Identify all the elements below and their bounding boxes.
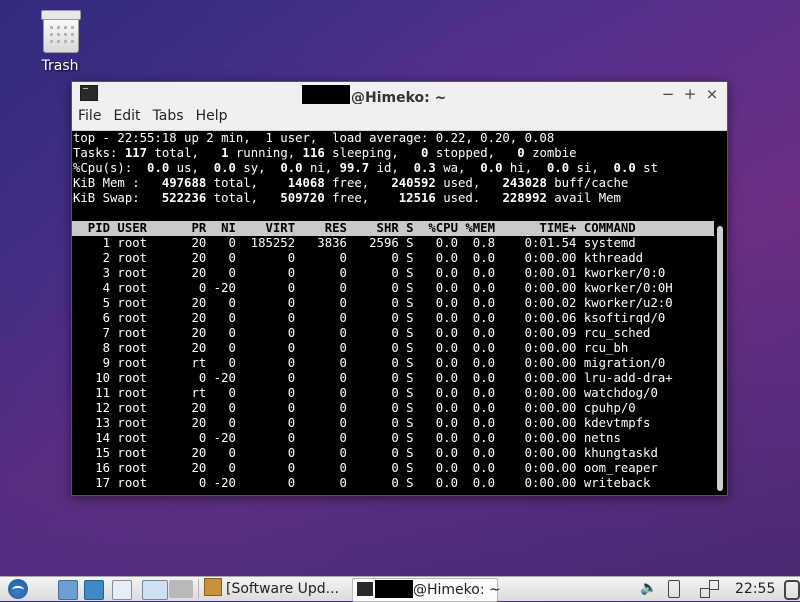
show-desktop-icon[interactable] — [142, 580, 168, 600]
desktop-trash[interactable]: Trash — [30, 10, 90, 74]
file-manager-icon[interactable] — [58, 580, 78, 600]
trash-icon — [41, 10, 81, 53]
task-label: [Software Upd... — [226, 581, 339, 597]
process-row[interactable]: 16 root 20 0 0 0 0 S 0.0 0.0 0:00.00 oom… — [72, 461, 714, 476]
process-row[interactable]: 2 root 20 0 0 0 0 S 0.0 0.0 0:00.00 kthr… — [72, 251, 714, 266]
browser-icon[interactable] — [84, 580, 104, 600]
terminal-icon — [80, 85, 98, 101]
stat-value: 116 — [302, 146, 325, 160]
stat-value: 0.0 — [546, 161, 570, 175]
summary-mem: KiB Mem : 497688 total, 14068 free, 2405… — [73, 176, 629, 190]
task-software-updater[interactable]: [Software Upd... — [204, 578, 339, 600]
stat-value: 1 — [221, 146, 229, 160]
process-row[interactable]: 12 root 20 0 0 0 0 S 0.0 0.0 0:00.00 cpu… — [72, 401, 714, 416]
menu-bar: File Edit Tabs Help — [72, 104, 727, 131]
summary-tasks: Tasks: 117 total, 1 running, 116 sleepin… — [73, 146, 577, 160]
stat-value: 0 — [421, 146, 429, 160]
maximize-button[interactable]: + — [679, 85, 701, 103]
stat-value: 509720 — [280, 191, 325, 205]
process-row[interactable]: 3 root 20 0 0 0 0 S 0.0 0.0 0:00.01 kwor… — [72, 266, 714, 281]
terminal-icon — [357, 582, 373, 596]
volume-icon[interactable]: 🔈 — [640, 580, 657, 598]
process-row[interactable]: 4 root 0 -20 0 0 0 S 0.0 0.0 0:00.00 kwo… — [72, 281, 714, 296]
separator — [198, 579, 199, 599]
package-icon — [204, 578, 222, 596]
window-title: @Himeko: ~ — [302, 85, 446, 107]
terminal-output[interactable]: top - 22:55:18 up 2 min, 1 user, load av… — [72, 131, 714, 495]
stat-value: 240592 — [391, 176, 436, 190]
menu-edit[interactable]: Edit — [107, 104, 146, 124]
stat-value: 228992 — [502, 191, 547, 205]
summary-swap: KiB Swap: 522236 total, 509720 free, 125… — [73, 191, 621, 205]
close-button[interactable]: × — [701, 85, 723, 103]
stat-value: 99.7 — [339, 161, 370, 175]
summary-cpu: %Cpu(s): 0.0 us, 0.0 sy, 0.0 ni, 99.7 id… — [73, 161, 658, 175]
menu-file[interactable]: File — [72, 104, 107, 124]
terminal-window: @Himeko: ~ − + × File Edit Tabs Help top - 22… — [71, 81, 728, 496]
process-row[interactable]: 17 root 0 -20 0 0 0 S 0.0 0.0 0:00.00 wr… — [72, 476, 714, 491]
stat-value: 0.3 — [413, 161, 436, 175]
task-label: @Himeko: ~ — [413, 582, 501, 598]
process-row[interactable]: 6 root 20 0 0 0 0 S 0.0 0.0 0:00.06 ksof… — [72, 311, 714, 326]
power-icon[interactable] — [784, 580, 800, 600]
window-titlebar[interactable]: @Himeko: ~ − + × — [72, 82, 727, 107]
stat-value: 0.0 — [280, 161, 303, 175]
menu-help[interactable]: Help — [190, 104, 234, 124]
battery-icon[interactable] — [668, 580, 680, 598]
process-row[interactable]: 5 root 20 0 0 0 0 S 0.0 0.0 0:00.02 kwor… — [72, 296, 714, 311]
stat-value: 497688 — [161, 176, 207, 190]
menu-tabs[interactable]: Tabs — [147, 104, 190, 124]
task-terminal[interactable]: @Himeko: ~ — [352, 578, 501, 602]
scrollbar-thumb[interactable] — [717, 226, 723, 491]
stat-value: 0.0 — [480, 161, 503, 175]
process-row[interactable]: 10 root 0 -20 0 0 0 S 0.0 0.0 0:00.00 lr… — [72, 371, 714, 386]
process-row[interactable]: 9 root rt 0 0 0 0 S 0.0 0.0 0:00.00 migr… — [72, 356, 714, 371]
stat-value: 243028 — [502, 176, 547, 190]
stat-value: 522236 — [161, 191, 207, 205]
network-icon[interactable] — [700, 580, 720, 598]
uptime-text: top - 22:55:18 up 2 min, 1 user, load av… — [73, 131, 555, 145]
minimize-button[interactable]: − — [657, 85, 679, 103]
workspace-icon[interactable] — [169, 580, 193, 598]
process-row[interactable]: 13 root 20 0 0 0 0 S 0.0 0.0 0:00.00 kde… — [72, 416, 714, 431]
stat-value: 0.0 — [613, 161, 636, 175]
stat-value: 14068 — [287, 176, 325, 190]
process-row[interactable]: 1 root 20 0 185252 3836 2596 S 0.0 0.8 0… — [72, 236, 714, 251]
redacted-username — [375, 580, 413, 598]
stat-value: 117 — [124, 146, 148, 160]
process-row[interactable]: 7 root 20 0 0 0 0 S 0.0 0.0 0:00.09 rcu_… — [72, 326, 714, 341]
process-row[interactable]: 11 root rt 0 0 0 0 S 0.0 0.0 0:00.00 wat… — [72, 386, 714, 401]
process-row[interactable]: 15 root 20 0 0 0 0 S 0.0 0.0 0:00.00 khu… — [72, 446, 714, 461]
process-row[interactable]: 14 root 0 -20 0 0 0 S 0.0 0.0 0:00.00 ne… — [72, 431, 714, 446]
process-table-header: PID USER PR NI VIRT RES SHR S %CPU %MEM … — [72, 221, 714, 236]
scrollbar[interactable] — [714, 131, 727, 495]
stat-value: 12516 — [398, 191, 436, 205]
stat-value: 0 — [517, 146, 525, 160]
stat-value: 0.0 — [147, 161, 170, 175]
trash-label: Trash — [41, 58, 79, 74]
start-menu-icon[interactable] — [8, 579, 28, 599]
stat-value: 0.0 — [213, 161, 236, 175]
clock[interactable]: 22:55 — [735, 578, 775, 600]
taskbar: [Software Upd... @Himeko: ~ 🔈 22:55 — [0, 576, 800, 602]
process-row[interactable]: 8 root 20 0 0 0 0 S 0.0 0.0 0:00.00 rcu_… — [72, 341, 714, 356]
window-icon[interactable] — [112, 580, 132, 600]
summary-uptime: top - 22:55:18 up 2 min, 1 user, load av… — [72, 131, 714, 146]
